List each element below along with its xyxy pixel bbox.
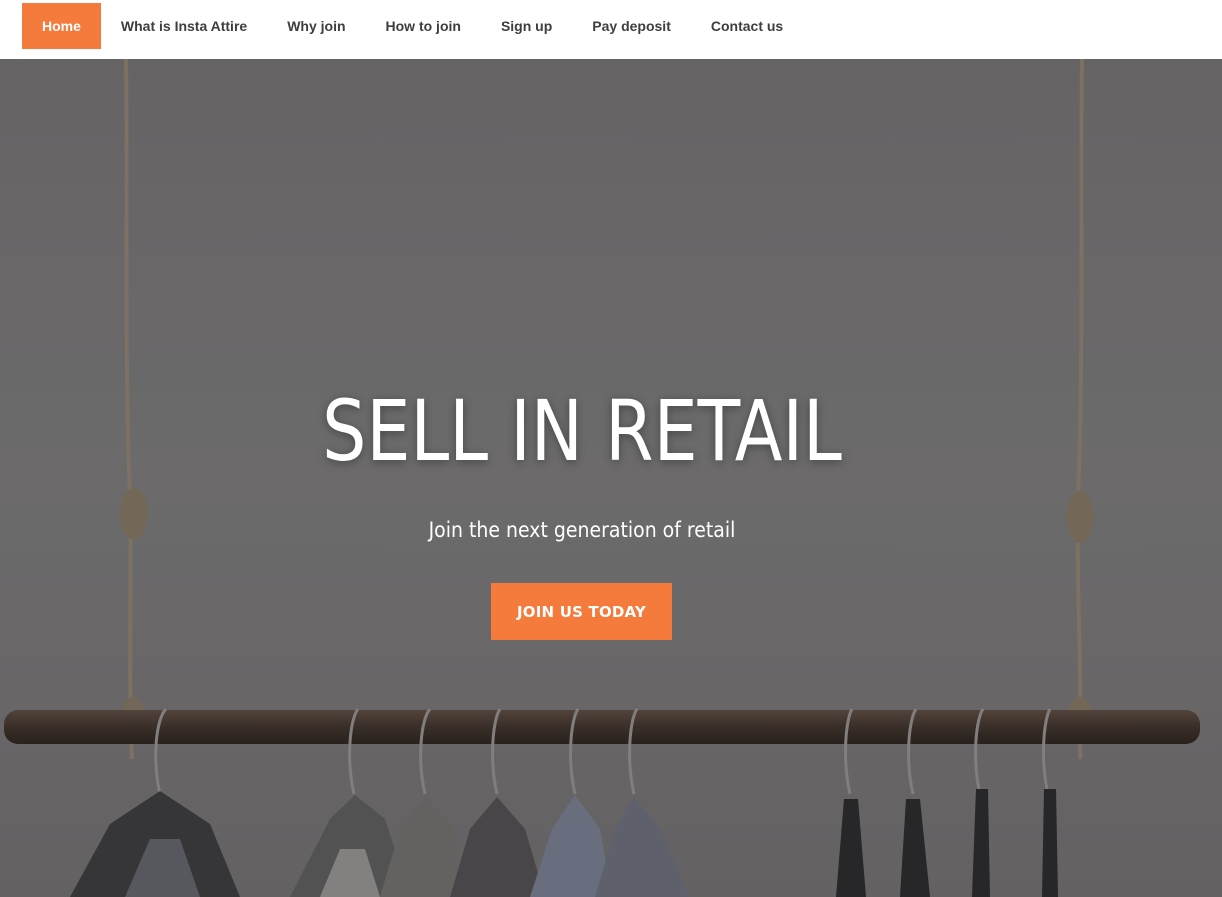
join-us-today-button[interactable]: JOIN US TODAY xyxy=(491,583,672,640)
nav-item-pay-deposit[interactable]: Pay deposit xyxy=(572,3,691,49)
nav-item-contact-us[interactable]: Contact us xyxy=(691,3,803,49)
nav-item-what-is-insta-attire[interactable]: What is Insta Attire xyxy=(101,3,267,49)
top-navigation-bar: Home What is Insta Attire Why join How t… xyxy=(0,0,1222,59)
hero-section: SELL IN RETAIL Join the next generation … xyxy=(0,59,1222,897)
nav-item-home[interactable]: Home xyxy=(22,3,101,49)
nav-item-why-join[interactable]: Why join xyxy=(267,3,365,49)
hero-title: SELL IN RETAIL xyxy=(322,382,842,480)
nav-menu: Home What is Insta Attire Why join How t… xyxy=(22,3,803,49)
hero-subtitle: Join the next generation of retail xyxy=(428,518,736,542)
nav-item-how-to-join[interactable]: How to join xyxy=(366,3,481,49)
nav-item-sign-up[interactable]: Sign up xyxy=(481,3,572,49)
